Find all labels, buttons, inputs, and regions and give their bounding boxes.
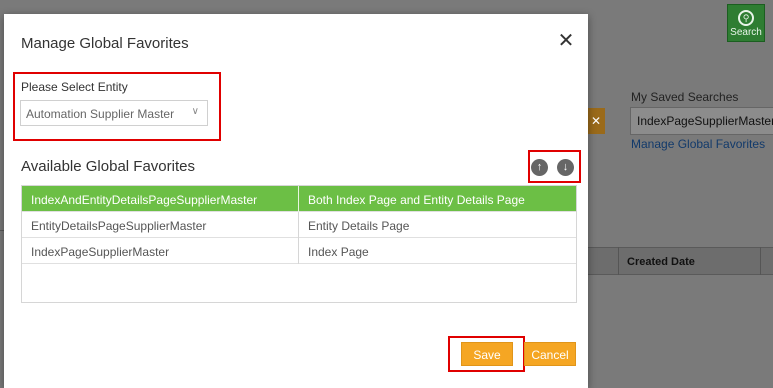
favorites-heading: Available Global Favorites [21, 158, 195, 175]
save-button[interactable]: Save [461, 342, 513, 366]
favorite-name-cell: IndexAndEntityDetailsPageSupplierMaster [22, 186, 299, 212]
saved-search-input[interactable]: IndexPageSupplierMaster [630, 107, 773, 135]
table-row[interactable]: IndexPageSupplierMaster Index Page [22, 238, 576, 264]
chevron-down-icon: ∨ [191, 106, 199, 117]
entity-select-value: Automation Supplier Master [26, 107, 175, 121]
search-button[interactable]: ⚲ Search [727, 4, 765, 42]
column-divider [618, 247, 619, 275]
favorite-scope-cell: Index Page [308, 245, 369, 259]
arrow-up-icon[interactable]: ↑ [531, 159, 548, 176]
favorite-name-cell: EntityDetailsPageSupplierMaster [22, 212, 299, 238]
dialog-title: Manage Global Favorites [21, 35, 189, 52]
table-row[interactable]: EntityDetailsPageSupplierMaster Entity D… [22, 212, 576, 238]
arrow-down-icon[interactable]: ↓ [557, 159, 574, 176]
entity-select[interactable]: Automation Supplier Master ∨ [20, 100, 208, 126]
clear-icon[interactable]: ✕ [587, 108, 605, 134]
saved-searches-label: My Saved Searches [631, 90, 739, 104]
manage-global-favorites-link[interactable]: Manage Global Favorites [631, 137, 765, 151]
entity-label: Please Select Entity [21, 80, 128, 94]
favorite-scope-cell: Entity Details Page [308, 219, 410, 233]
cancel-button[interactable]: Cancel [524, 342, 576, 366]
search-button-label: Search [730, 27, 762, 38]
column-divider [760, 247, 761, 275]
favorite-scope-cell: Both Index Page and Entity Details Page [308, 193, 525, 207]
favorite-name-cell: IndexPageSupplierMaster [22, 238, 299, 264]
manage-global-favorites-dialog: Manage Global Favorites ✕ Please Select … [4, 14, 588, 388]
favorites-table: IndexAndEntityDetailsPageSupplierMaster … [21, 185, 577, 303]
table-row[interactable]: IndexAndEntityDetailsPageSupplierMaster … [22, 186, 576, 212]
created-date-column-header[interactable]: Created Date [627, 256, 695, 268]
close-icon[interactable]: ✕ [557, 31, 575, 51]
search-icon: ⚲ [738, 10, 754, 26]
